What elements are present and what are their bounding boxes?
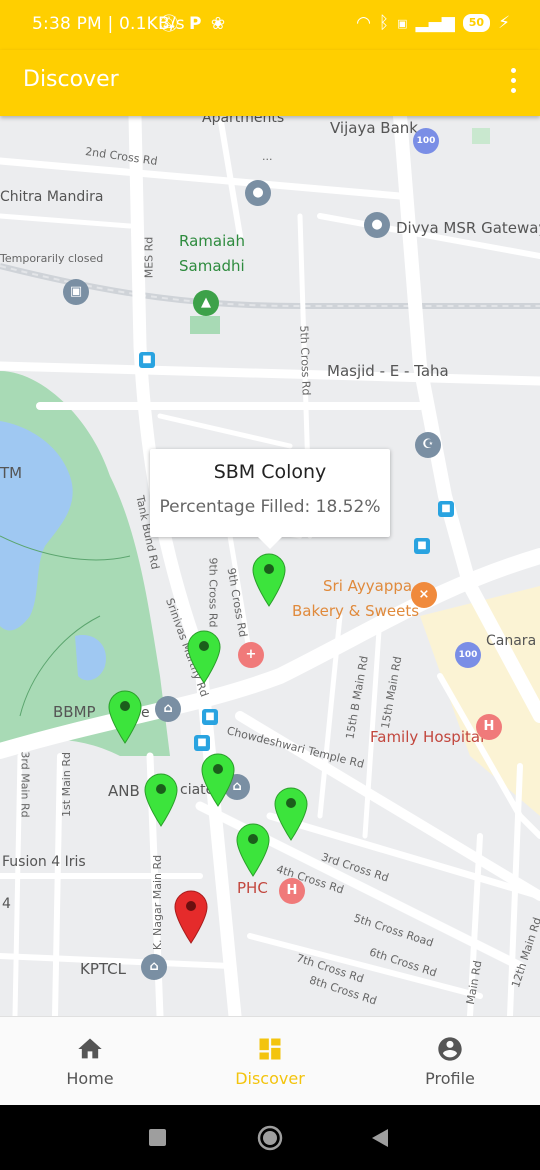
overflow-menu-icon[interactable] — [508, 68, 518, 96]
green-marker[interactable] — [200, 752, 236, 808]
app-bar: Discover — [0, 50, 540, 116]
map-label: Samadhi — [179, 257, 245, 275]
home-icon — [78, 1038, 102, 1059]
map-label: Fusion 4 Iris — [2, 854, 86, 870]
red-marker[interactable] — [173, 889, 209, 945]
marker-info-window[interactable]: SBM Colony Percentage Filled: 18.52% — [150, 449, 390, 549]
location-pin-icon[interactable]: ● — [364, 212, 390, 238]
map-label: K. Nagar Main Rd — [151, 854, 165, 951]
nav-discover[interactable]: Discover — [180, 1017, 360, 1106]
tree-icon[interactable]: ▲ — [193, 290, 219, 316]
map-label: 1st Main Rd — [59, 752, 73, 817]
status-bar: 5:38 PM | 0.1KB/s 🔕︎ P ❀ ◠ ᛒ ▣ ▂▄▆ 50 ⚡︎ — [0, 0, 540, 50]
map-label: 5th Cross Rd — [297, 325, 313, 396]
battery-level: 50 — [462, 14, 491, 32]
bus-stop-icon[interactable]: ■ — [139, 352, 155, 368]
hospital-icon[interactable]: H — [476, 714, 502, 740]
atm-icon[interactable]: 100 — [455, 642, 481, 668]
bus-stop-icon[interactable]: ■ — [438, 501, 454, 517]
map-label: Apartments — [202, 116, 285, 126]
volte-icon: ▣ — [397, 16, 408, 30]
nav-home[interactable]: Home — [0, 1017, 180, 1106]
government-building-icon[interactable]: ⌂ — [141, 954, 167, 980]
system-navigation-bar — [0, 1105, 540, 1170]
map-label: 9th Cross Rd — [206, 557, 220, 628]
nav-discover-label: Discover — [235, 1069, 305, 1088]
green-marker[interactable] — [273, 786, 309, 842]
recents-icon[interactable] — [149, 1129, 166, 1146]
restaurant-icon[interactable]: ⨯ — [411, 582, 437, 608]
map-label: Sri Ayyappa — [323, 577, 413, 595]
nav-profile[interactable]: Profile — [360, 1017, 540, 1106]
page-title: Discover — [23, 67, 119, 92]
bus-stop-icon[interactable]: ■ — [414, 538, 430, 554]
government-building-icon[interactable]: ⌂ — [155, 696, 181, 722]
map-label: Chitra Mandira — [0, 189, 104, 205]
map-label: TM — [0, 464, 23, 482]
map-label: Canara — [486, 633, 537, 649]
app-notification-icon: ❀ — [210, 14, 226, 34]
info-window-title: SBM Colony — [213, 461, 327, 483]
map-label: Family Hospital — [370, 728, 485, 746]
map-view[interactable]: Apartments Vijaya Bank 2nd Cross Rd ... … — [0, 116, 540, 1016]
map-label: MES Rd — [142, 236, 156, 279]
nav-home-label: Home — [66, 1069, 114, 1088]
map-label: 3rd Main Rd — [18, 751, 32, 818]
map-label: Masjid - E - Taha — [327, 362, 449, 380]
location-pin-icon[interactable]: ● — [245, 180, 271, 206]
map-label: ANB — [108, 782, 140, 800]
green-marker[interactable] — [107, 689, 143, 745]
map-label: Divya MSR Gateway — [396, 219, 540, 237]
home-circle-icon[interactable] — [257, 1125, 283, 1151]
info-window-percentage: Percentage Filled: 18.52% — [159, 497, 381, 517]
green-marker[interactable] — [235, 822, 271, 878]
green-marker[interactable] — [186, 629, 222, 685]
map-label: Bakery & Sweets — [292, 602, 420, 620]
status-notification-icons: 🔕︎ P ❀ — [158, 14, 225, 34]
bus-stop-icon[interactable]: ■ — [194, 735, 210, 751]
mosque-icon[interactable]: ☪︎ — [415, 432, 441, 458]
map-label: 4 — [2, 896, 11, 912]
status-system-icons: ◠ ᛒ ▣ ▂▄▆ 50 ⚡︎ — [356, 13, 510, 33]
signal-icon: ▂▄▆ — [415, 13, 455, 33]
atm-icon[interactable]: 100 — [413, 128, 439, 154]
wifi-icon: ◠ — [356, 13, 371, 33]
back-icon[interactable] — [371, 1128, 389, 1148]
mute-icon: 🔕︎ — [158, 14, 180, 34]
medical-icon[interactable]: + — [238, 642, 264, 668]
parking-icon: P — [189, 14, 202, 34]
bottom-navigation: Home Discover Profile — [0, 1016, 540, 1105]
hospital-icon[interactable]: H — [279, 878, 305, 904]
map-label: Ramaiah — [179, 232, 245, 250]
bus-stop-icon[interactable]: ■ — [202, 709, 218, 725]
map-label: Temporarily closed — [0, 252, 104, 265]
map-label: Vijaya Bank — [330, 119, 418, 137]
map-label: KPTCL — [80, 960, 126, 978]
cinema-icon[interactable]: ▣ — [63, 279, 89, 305]
green-marker[interactable] — [251, 552, 287, 608]
map-label: BBMP — [53, 703, 96, 721]
charging-icon: ⚡︎ — [498, 13, 510, 33]
green-marker[interactable] — [143, 772, 179, 828]
dashboard-icon — [259, 1038, 281, 1060]
nav-profile-label: Profile — [425, 1069, 475, 1088]
bluetooth-icon: ᛒ — [378, 13, 390, 33]
account-circle-icon — [438, 1037, 462, 1061]
map-label: ... — [262, 150, 273, 163]
map-label: PHC — [237, 879, 268, 897]
